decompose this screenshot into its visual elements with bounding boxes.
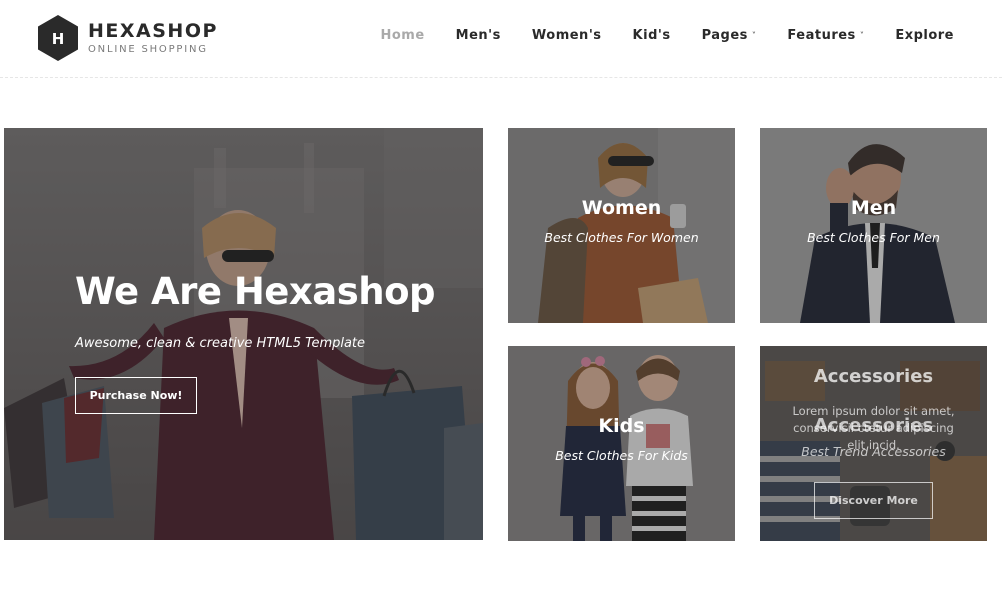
hero-subtitle: Awesome, clean & creative HTML5 Template <box>75 336 366 351</box>
nav-item-label: Features <box>787 28 856 43</box>
site-header: H HEXASHOP ONLINE SHOPPING Home Men's Wo… <box>0 0 1002 78</box>
tile-subtitle: Best Clothes For Men <box>807 230 940 245</box>
tile-title: Women <box>581 197 662 219</box>
logo-letter: H <box>52 30 65 48</box>
nav-item-label: Explore <box>895 28 954 43</box>
brand-tagline: ONLINE SHOPPING <box>88 43 208 55</box>
brand-name: HEXASHOP <box>88 19 218 42</box>
hero-banner: We Are Hexashop Awesome, clean & creativ… <box>4 128 483 540</box>
nav-item-explore[interactable]: Explore <box>895 28 954 43</box>
page: H HEXASHOP ONLINE SHOPPING Home Men's Wo… <box>0 0 1002 589</box>
hexagon-logo-icon: H <box>36 14 80 62</box>
category-card-kids[interactable]: Kids Best Clothes For Kids <box>508 346 735 541</box>
category-card-men[interactable]: Men Best Clothes For Men <box>760 128 987 323</box>
tile-title: Accessories <box>813 415 934 436</box>
nav-item-label: Kid's <box>632 28 671 43</box>
nav-item-label: Men's <box>455 28 501 43</box>
nav-item-label: Women's <box>531 28 602 43</box>
chevron-down-icon: ˅ <box>751 31 757 40</box>
tile-title: Kids <box>598 415 645 437</box>
purchase-now-button[interactable]: Purchase Now! <box>75 377 197 414</box>
chevron-down-icon: ˅ <box>859 31 865 40</box>
tile-text: Women Best Clothes For Women <box>508 196 735 245</box>
tile-text: Kids Best Clothes For Kids <box>508 414 735 463</box>
tile-text: Men Best Clothes For Men <box>760 196 987 245</box>
nav-item-mens[interactable]: Men's <box>456 28 501 43</box>
tile-text: Accessories Best Trend Accessories <box>760 414 987 459</box>
tile-subtitle: Best Clothes For Women <box>544 230 699 245</box>
logo-text: HEXASHOP ONLINE SHOPPING <box>88 20 218 57</box>
tile-subtitle: Best Clothes For Kids <box>555 448 688 463</box>
nav-item-kids[interactable]: Kid's <box>633 28 671 43</box>
main-nav: Home Men's Women's Kid's Pages ˅ Feature… <box>349 28 954 43</box>
hero-title: We Are Hexashop <box>75 270 436 313</box>
tile-subtitle: Best Trend Accessories <box>801 444 946 459</box>
nav-item-home[interactable]: Home <box>380 28 424 43</box>
accessories-hover-title: Accessories <box>813 366 934 387</box>
category-card-accessories[interactable]: Accessories Lorem ipsum dolor sit amet, … <box>760 346 987 541</box>
tile-title: Men <box>850 197 897 219</box>
nav-item-label: Pages <box>701 28 748 43</box>
category-card-women[interactable]: Women Best Clothes For Women <box>508 128 735 323</box>
nav-item-pages[interactable]: Pages ˅ <box>702 28 757 43</box>
nav-item-features[interactable]: Features ˅ <box>787 28 864 43</box>
logo[interactable]: H HEXASHOP ONLINE SHOPPING <box>36 14 218 62</box>
nav-item-womens[interactable]: Women's <box>532 28 602 43</box>
nav-item-label: Home <box>380 28 425 43</box>
discover-more-button[interactable]: Discover More <box>814 482 933 519</box>
hero-content: We Are Hexashop Awesome, clean & creativ… <box>75 268 475 414</box>
